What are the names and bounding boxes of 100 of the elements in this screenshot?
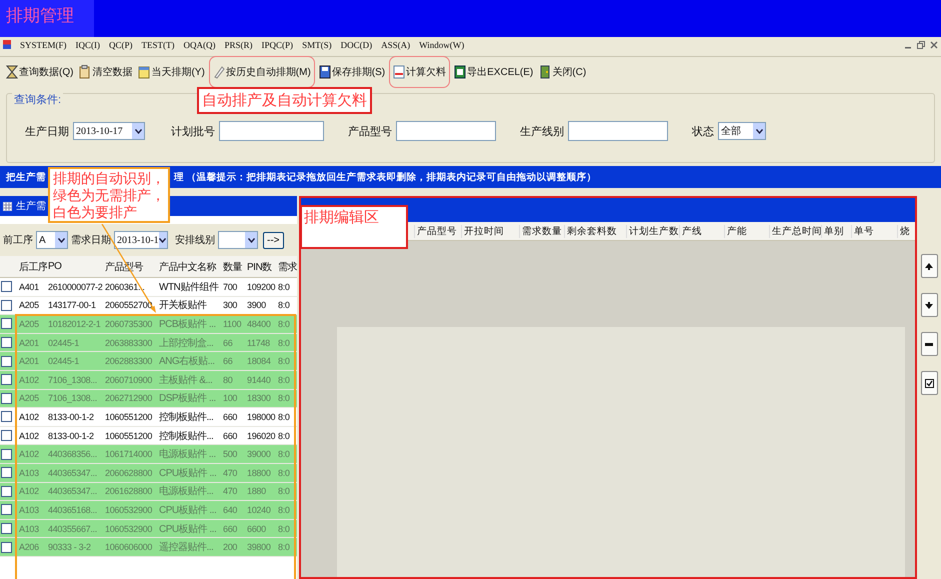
column-header[interactable]: 产品型号 <box>414 224 461 238</box>
column-header[interactable]: 单号 <box>851 224 897 238</box>
dropdown-caret-icon[interactable] <box>158 232 167 248</box>
table-cell-text: 2063883300 <box>104 338 154 348</box>
table-cell-text: 39000 <box>246 449 272 460</box>
column-header[interactable]: 开拉时间 <box>461 224 519 238</box>
field-label: 需求日期 <box>71 234 111 247</box>
table-cell-text: DSP板贴件 ... <box>158 392 217 406</box>
menu-item[interactable]: SYSTEM(F) <box>20 40 67 50</box>
toolbar-button[interactable]: 当天排期(Y) <box>136 60 207 84</box>
field-label: 前工序 <box>3 234 33 247</box>
row-checkbox[interactable] <box>1 281 12 292</box>
column-header[interactable]: PO <box>47 261 104 272</box>
column-header[interactable]: 需求数量 <box>519 224 564 238</box>
table-cell-text: 主板贴件 &... <box>158 374 214 387</box>
row-checkbox[interactable] <box>1 411 12 422</box>
column-header[interactable]: 生产总时间 <box>769 224 821 238</box>
menu-item[interactable]: OQA(Q) <box>184 40 216 50</box>
row-checkbox[interactable] <box>1 467 12 478</box>
table-cell-text: 1100 <box>222 318 242 329</box>
column-header[interactable]: 产线 <box>679 224 724 238</box>
move-down-button[interactable] <box>920 293 938 317</box>
dropdown-field[interactable]: 全部 <box>718 122 766 140</box>
toolbar-button[interactable]: 清空数据 <box>77 60 134 84</box>
column-header[interactable]: 数量 <box>222 260 246 274</box>
row-checkbox[interactable] <box>1 486 12 497</box>
restore-icon[interactable] <box>915 39 926 50</box>
table-cell-text: 10240 <box>246 504 272 515</box>
column-header[interactable]: 单别 <box>821 224 851 238</box>
input-field[interactable] <box>396 121 496 141</box>
table-cell-text: 8:0 <box>277 338 291 348</box>
menu-item[interactable]: TEST(T) <box>142 40 175 50</box>
table-cell-text: 39800 <box>246 542 272 552</box>
table-cell-text: 440365347... <box>47 468 98 478</box>
column-header[interactable]: PIN数 <box>246 260 277 274</box>
annotation-label: 排期的自动识别，绿色为无需排产，白色为要排产 <box>48 167 170 224</box>
toolbar-button[interactable]: 查询数据(Q) <box>4 60 76 84</box>
remove-button[interactable] <box>920 332 938 356</box>
row-checkbox[interactable] <box>1 392 12 404</box>
table-cell-text: 8:0 <box>277 468 291 478</box>
transfer-button[interactable]: --> <box>263 232 284 248</box>
table-cell-text: CPU板贴件 ... <box>158 504 218 517</box>
row-checkbox[interactable] <box>1 523 12 534</box>
row-checkbox[interactable] <box>1 318 12 330</box>
column-header[interactable]: 产能 <box>724 224 769 238</box>
clipboard-icon <box>79 65 92 79</box>
row-checkbox[interactable] <box>1 542 12 553</box>
row-checkbox[interactable] <box>1 374 12 386</box>
table-cell-text: 3900 <box>246 300 267 310</box>
table-cell-text: 700 <box>222 282 238 292</box>
column-header[interactable]: 剩余套料数 <box>564 224 626 238</box>
column-header[interactable]: 计划生产数 <box>626 224 679 238</box>
dropdown-caret-icon[interactable] <box>55 232 67 248</box>
input-field[interactable] <box>219 121 324 141</box>
table-cell-text: 640 <box>222 504 238 515</box>
menu-item[interactable]: Window(W) <box>419 40 464 50</box>
table-cell-text: A102 <box>18 486 40 496</box>
dropdown-caret-icon[interactable] <box>245 232 257 248</box>
table-cell-text: CPU板贴件 ... <box>158 522 218 536</box>
row-checkbox[interactable] <box>1 337 12 348</box>
input-field[interactable] <box>568 121 668 141</box>
select-all-button[interactable] <box>920 371 938 395</box>
close-icon[interactable] <box>928 39 939 50</box>
menu-item[interactable]: IPQC(P) <box>262 40 294 50</box>
row-checkbox[interactable] <box>1 300 12 311</box>
column-header[interactable]: 后工序 <box>18 260 47 274</box>
dropdown-field[interactable]: A <box>36 231 68 249</box>
menu-item[interactable]: IQC(I) <box>76 40 100 50</box>
toolbar-button[interactable]: 保存排期(S) <box>316 60 388 84</box>
toolbar-button[interactable]: 导出EXCEL(E) <box>452 60 536 84</box>
move-up-button[interactable] <box>920 254 938 278</box>
table-cell-text: 660 <box>222 430 238 441</box>
column-header[interactable]: 需求 <box>277 260 297 274</box>
column-header[interactable]: 产品中文名称 <box>158 260 222 274</box>
menu-item[interactable]: SMT(S) <box>302 40 332 50</box>
menu-item[interactable]: DOC(D) <box>340 40 372 50</box>
row-checkbox[interactable] <box>1 356 12 367</box>
table-row[interactable]: A102 8133-00-1-2 1060551200 控制板贴件... 660 198000 8:0 <box>0 408 297 427</box>
dropdown-caret-icon[interactable] <box>753 123 765 139</box>
dropdown-caret-icon[interactable] <box>132 123 144 139</box>
table-cell-text: 1880 <box>246 486 267 496</box>
table-cell-text: 8:0 <box>277 282 291 292</box>
menu-item[interactable]: QC(P) <box>109 40 133 50</box>
up-arrow-icon <box>925 262 933 270</box>
column-header[interactable]: 烧 <box>897 224 914 238</box>
row-checkbox[interactable] <box>1 504 12 516</box>
toolbar-button[interactable]: 计算欠料 <box>389 56 450 88</box>
sheet-icon <box>393 65 406 79</box>
toolbar-button[interactable]: 关闭(C) <box>537 60 588 84</box>
table-cell-text: A102 <box>18 430 40 441</box>
dropdown-field[interactable]: 2013-10-17 <box>73 122 145 140</box>
dropdown-field[interactable] <box>218 231 258 249</box>
dropdown-field[interactable]: 2013-10-1 <box>114 231 168 249</box>
table-cell-text: 8:0 <box>277 300 291 310</box>
menu-item[interactable]: ASS(A) <box>381 40 410 50</box>
row-checkbox[interactable] <box>1 448 12 460</box>
menu-item[interactable]: PRS(R) <box>224 40 253 50</box>
hourglass-icon <box>6 65 18 79</box>
table-cell-text: 开关板贴件 <box>158 298 208 312</box>
row-checkbox[interactable] <box>1 430 12 442</box>
